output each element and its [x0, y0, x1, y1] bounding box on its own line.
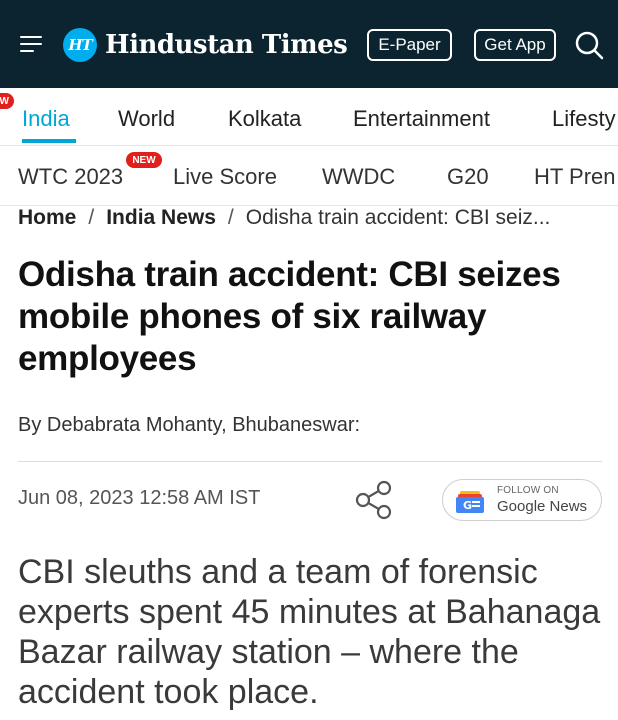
- snav-item-live-score[interactable]: Live Score: [173, 164, 277, 190]
- share-icon[interactable]: [354, 479, 394, 521]
- new-badge: NEW: [126, 152, 162, 168]
- nav-item-entertainment[interactable]: Entertainment: [353, 106, 490, 132]
- breadcrumb-separator: /: [88, 206, 95, 229]
- nav-item-world[interactable]: World: [118, 106, 175, 132]
- site-header: HT Hindustan Times E-Paper Get App: [0, 0, 618, 88]
- nav-item-kolkata[interactable]: Kolkata: [228, 106, 301, 132]
- snav-item-wwdc[interactable]: WWDC: [322, 164, 395, 190]
- secondary-nav: WTC 2023 NEW Live Score WWDC G20 HT Pren: [0, 146, 618, 206]
- nav-active-indicator: [22, 139, 76, 143]
- logo-mark: HT: [63, 28, 97, 62]
- breadcrumb-current: Odisha train accident: CBI seiz...: [245, 206, 551, 229]
- breadcrumb-home[interactable]: Home: [18, 206, 76, 230]
- breadcrumb: Home / India News / Odisha train acciden…: [18, 206, 608, 230]
- site-logo[interactable]: HT Hindustan Times: [63, 27, 348, 63]
- snav-item-wtc-2023[interactable]: WTC 2023: [18, 164, 123, 190]
- breadcrumb-separator: /: [227, 206, 234, 229]
- nav-item-lifestyle[interactable]: Lifesty: [552, 106, 616, 132]
- snav-item-g20[interactable]: G20: [447, 164, 489, 190]
- menu-icon[interactable]: [20, 36, 42, 54]
- primary-nav: W India World Kolkata Entertainment Life…: [0, 88, 618, 146]
- nav-badge: W: [0, 93, 14, 109]
- search-icon[interactable]: [574, 30, 604, 60]
- nav-item-india[interactable]: India: [22, 106, 70, 132]
- get-app-button[interactable]: Get App: [474, 29, 556, 61]
- google-news-icon: G: [456, 491, 484, 513]
- epaper-button[interactable]: E-Paper: [367, 29, 452, 61]
- article-summary: CBI sleuths and a team of forensic exper…: [18, 553, 601, 711]
- article-byline[interactable]: By Debabrata Mohanty, Bhubaneswar:: [18, 414, 360, 437]
- svg-text:G: G: [463, 499, 472, 512]
- article-date: Jun 08, 2023 12:58 AM IST: [18, 487, 261, 509]
- google-news-follow-label: FOLLOW ON: [497, 485, 559, 496]
- google-news-name: Google News: [497, 498, 588, 515]
- logo-text: Hindustan Times: [105, 30, 348, 60]
- breadcrumb-section[interactable]: India News: [106, 206, 216, 230]
- article-headline: Odisha train accident: CBI seizes mobile…: [18, 255, 561, 378]
- snav-item-ht-premium[interactable]: HT Pren: [534, 164, 616, 190]
- google-news-follow-button[interactable]: G FOLLOW ON Google News: [442, 479, 602, 521]
- divider: [18, 461, 602, 462]
